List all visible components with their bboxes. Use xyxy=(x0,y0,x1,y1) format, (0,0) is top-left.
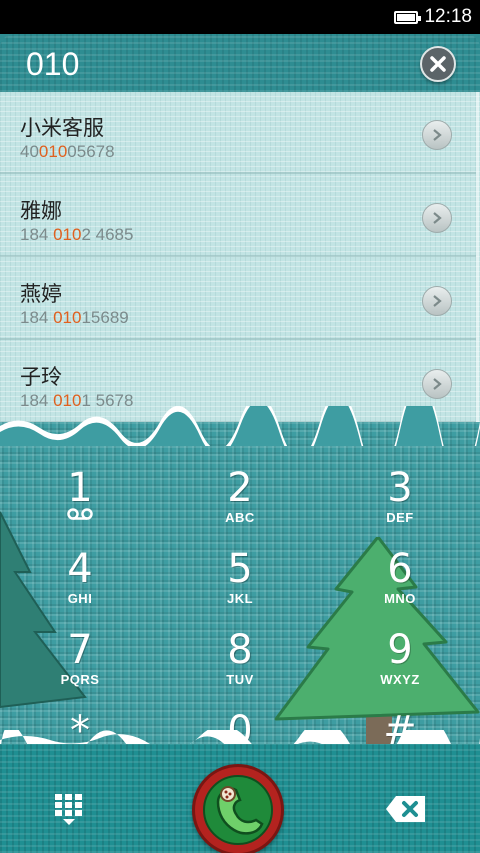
dial-pad: 1 2 ABC 3 DEF 4 GHI 5 JKL 6 MNO 7 PQRS 8 xyxy=(0,422,480,770)
contact-detail-button[interactable] xyxy=(422,203,452,233)
contact-name: 雅娜 xyxy=(20,199,62,223)
close-icon xyxy=(430,56,446,72)
dialer-screen: 010 小米客服 4001005678 雅娜 184 0102 4685 燕婷 … xyxy=(0,34,480,853)
scrollbar[interactable] xyxy=(476,92,479,432)
key-9[interactable]: 9 WXYZ xyxy=(320,622,480,702)
key-8[interactable]: 8 TUV xyxy=(160,622,320,702)
key-2[interactable]: 2 ABC xyxy=(160,460,320,540)
key-3[interactable]: 3 DEF xyxy=(320,460,480,540)
contact-name: 燕婷 xyxy=(20,282,62,306)
clear-button[interactable] xyxy=(420,46,456,82)
key-6[interactable]: 6 MNO xyxy=(320,541,480,621)
chevron-right-icon xyxy=(433,378,442,390)
torn-edge-top-decoration xyxy=(0,406,480,446)
chevron-right-icon xyxy=(433,212,442,224)
list-item[interactable]: 小米客服 4001005678 xyxy=(0,92,476,174)
key-1[interactable]: 1 xyxy=(0,460,160,540)
chevron-right-icon xyxy=(433,295,442,307)
contact-number: 184 01015689 xyxy=(20,308,129,327)
list-item[interactable]: 燕婷 184 01015689 xyxy=(0,258,476,340)
dialpad-toggle-button[interactable] xyxy=(52,792,86,826)
key-7[interactable]: 7 PQRS xyxy=(0,622,160,702)
keypad-grid-icon xyxy=(55,794,82,825)
contact-number: 4001005678 xyxy=(20,142,115,161)
backspace-icon xyxy=(386,796,425,822)
contact-name: 子玲 xyxy=(20,365,62,389)
dialed-number-input[interactable]: 010 xyxy=(26,46,79,83)
contact-number: 184 0102 4685 xyxy=(20,225,134,244)
status-time: 12:18 xyxy=(424,6,472,27)
voicemail-icon xyxy=(67,508,93,520)
contact-detail-button[interactable] xyxy=(422,286,452,316)
call-button[interactable] xyxy=(192,764,284,853)
list-item[interactable]: 雅娜 184 0102 4685 xyxy=(0,175,476,257)
key-5[interactable]: 5 JKL xyxy=(160,541,320,621)
contact-detail-button[interactable] xyxy=(422,120,452,150)
status-bar: 12:18 xyxy=(0,0,480,34)
contact-results-list: 小米客服 4001005678 雅娜 184 0102 4685 燕婷 184 … xyxy=(0,92,480,432)
battery-full-icon xyxy=(394,10,422,24)
contact-name: 小米客服 xyxy=(20,116,104,140)
contact-detail-button[interactable] xyxy=(422,369,452,399)
chevron-right-icon xyxy=(433,129,442,141)
bottom-action-bar xyxy=(0,744,480,853)
backspace-button[interactable] xyxy=(384,794,428,824)
key-4[interactable]: 4 GHI xyxy=(0,541,160,621)
search-bar: 010 xyxy=(0,34,480,92)
phone-call-icon xyxy=(203,775,273,845)
